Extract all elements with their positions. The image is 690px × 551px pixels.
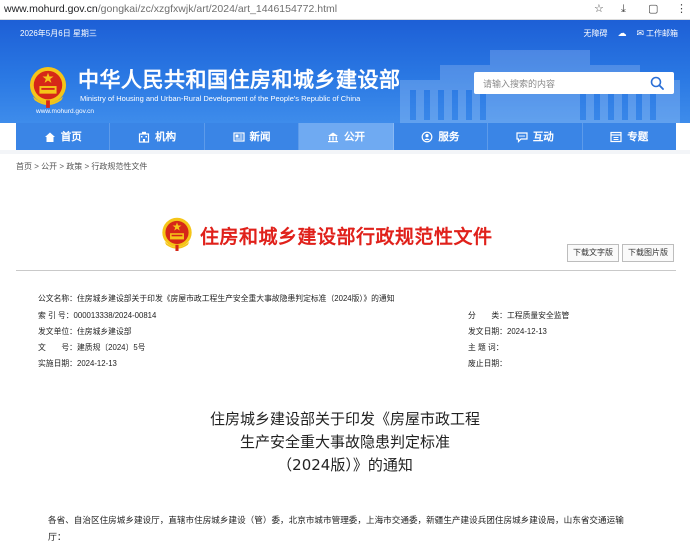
site-header: 2026年5月6日 星期三 无障碍 ☁ ✉ 工作邮箱 中华人民共和国住房和城乡建… [0,20,690,123]
meta-title-row: 公文名称：住房城乡建设部关于印发《房屋市政工程生产安全重大事故隐患判定标准（20… [38,294,395,303]
search-input[interactable]: 请输入搜索的内容 [483,77,555,90]
download-image-button[interactable]: 下载图片版 [622,244,674,262]
doc-banner-title: 住房和城乡建设部行政规范性文件 [200,226,493,248]
weibo-icon[interactable]: ☁ [617,28,626,39]
url-field[interactable]: www.mohurd.gov.cn/gongkai/zc/xzgfxwjk/ar… [4,3,337,15]
topic-icon [610,131,622,142]
download-text-button[interactable]: 下载文字版 [567,244,619,262]
doc-body-line: 各省、自治区住房城乡建设厅，直辖市住房城乡建设（管）委，北京市城市管理委，上海市… [48,515,624,525]
search-icon[interactable] [650,76,664,90]
building-icon [139,131,150,143]
search-box[interactable]: 请输入搜索的内容 [474,72,674,94]
meta-index-row: 索 引 号：000013338/2024-00814 [38,311,157,320]
doc-heading-line-2: 生产安全重大事故隐患判定标准 [239,433,450,451]
divider [16,270,676,271]
nav-item-service[interactable]: 服务 [394,123,489,150]
doc-body-line: 厅： [48,532,67,542]
nav-item-home[interactable]: 首页 [16,123,111,150]
meta-issuer-row: 发文单位：住房城乡建设部 [38,327,132,336]
national-emblem-icon [29,67,67,108]
url-path: /gongkai/zc/xzgfxwjk/art/2024/art_144615… [97,3,338,15]
work-email-link[interactable]: 工作邮箱 [646,28,678,39]
menu-dots-icon[interactable]: ⋮ [676,2,687,16]
news-icon [232,131,245,142]
doc-heading-line-1: 住房城乡建设部关于印发《房屋市政工程 [209,410,480,428]
accessibility-link[interactable]: 无障碍 [583,28,607,39]
url-host: www.mohurd.gov.cn [4,3,98,15]
breadcrumb[interactable]: 首页 > 公开 > 政策 > 行政规范性文件 [16,161,147,172]
site-title-en: Ministry of Housing and Urban-Rural Deve… [80,94,361,103]
meta-date-row: 发文日期：2024-12-13 [468,327,547,336]
star-icon[interactable]: ☆ [594,2,604,16]
current-date: 2026年5月6日 星期三 [20,29,97,38]
meta-abolish-row: 废止日期： [468,359,507,368]
doc-body: 各省、自治区住房城乡建设厅，直辖市住房城乡建设（管）委，北京市城市管理委，上海市… [48,512,678,546]
browser-address-bar[interactable]: www.mohurd.gov.cn/gongkai/zc/xzgfxwjk/ar… [0,0,690,20]
chat-icon [516,131,528,143]
nav-shadow-divider [0,150,690,154]
main-nav: 首页 机构 新闻 公开 服务 互动 专题 [16,123,676,150]
nav-item-interact[interactable]: 互动 [488,123,583,150]
header-top-links: 无障碍 ☁ ✉ 工作邮箱 [583,28,678,39]
mail-icon: ✉ [636,28,644,38]
site-title-cn: 中华人民共和国住房和城乡建设部 [78,68,401,92]
nav-item-news[interactable]: 新闻 [205,123,300,150]
open-gov-icon [327,132,338,142]
home-icon [44,132,55,142]
nav-item-open-gov[interactable]: 公开 [299,123,394,150]
meta-docno-row: 文 号：建质规〔2024〕5号 [38,343,146,352]
meta-keyword-row: 主 题 词： [468,343,504,352]
nav-item-topic[interactable]: 专题 [583,123,676,150]
profile-icon[interactable]: ▢ [648,2,658,16]
service-icon [421,131,433,142]
download-icon[interactable]: ⤓ [621,2,626,16]
nav-item-org[interactable]: 机构 [110,123,205,150]
doc-heading-line-3: （2024版）》的通知 [277,456,413,474]
site-domain: www.mohurd.gov.cn [36,108,95,115]
meta-effective-row: 实施日期：2024-12-13 [38,359,117,368]
meta-category-row: 分 类：工程质量安全监管 [468,311,570,320]
doc-emblem-icon [162,217,192,251]
